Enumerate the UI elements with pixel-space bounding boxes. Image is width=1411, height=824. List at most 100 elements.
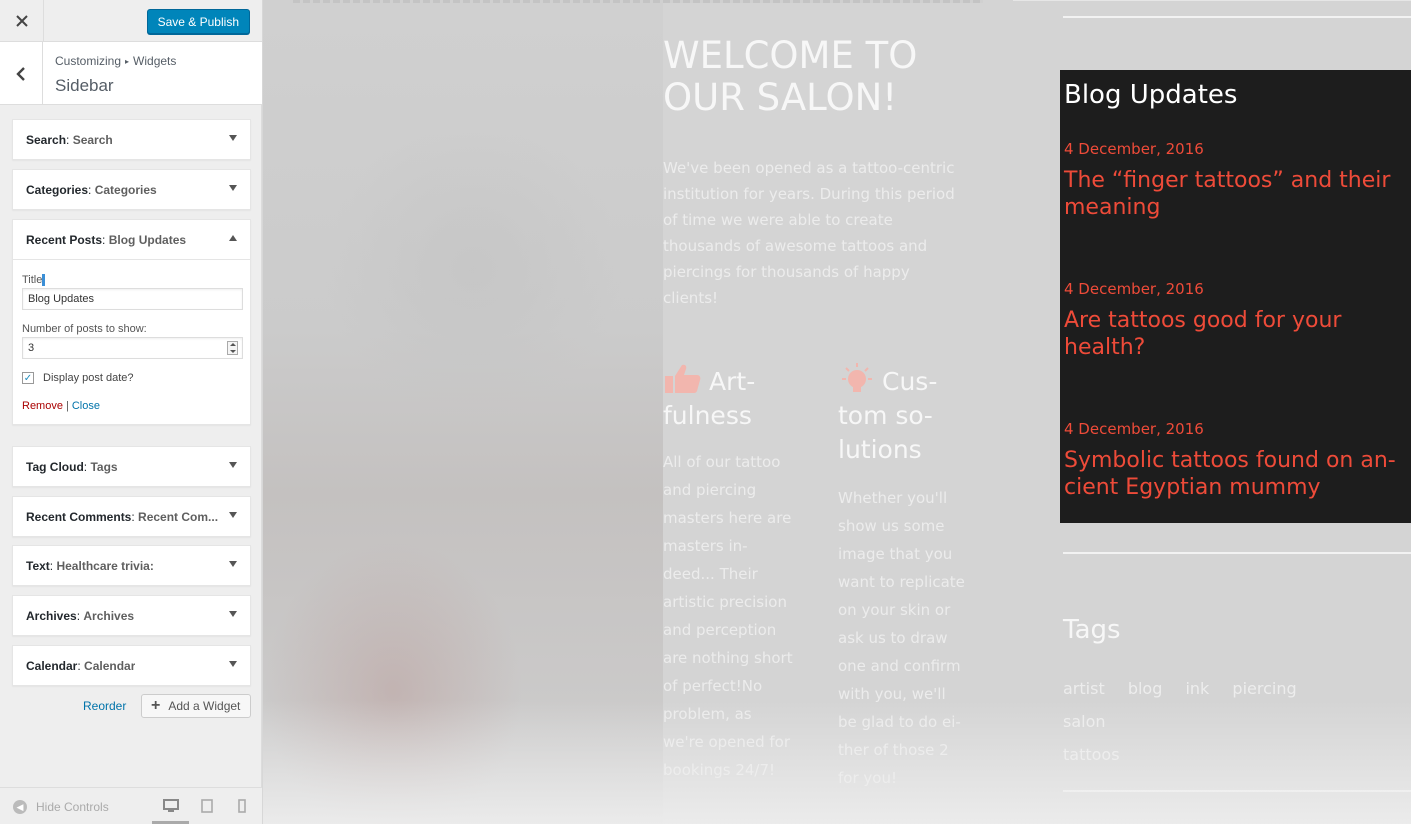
divider [1063,16,1411,18]
widget-form: Title: Blog Updates Number of posts to s… [13,259,250,424]
title-input[interactable]: Blog Updates [22,288,243,311]
widget-title: Blog Updates [108,232,187,247]
widget-header[interactable]: Text: Healthcare trivia: [13,546,250,585]
display-date-row: ✓ Display post date? [22,372,241,385]
plus-icon: + [151,697,161,714]
widget-actions: Remove | Close [22,400,241,412]
feature-artfulness-heading: Art­fulness [663,362,793,433]
feature-custom-heading: Cus­tom so­lutions [838,362,968,467]
post-date: 4 December, 2016 [1064,140,1204,158]
expand-arrow-icon[interactable] [229,561,237,567]
intro-paragraph: We've been opened as a tattoo-centric in… [663,159,955,307]
mobile-preview-icon[interactable] [237,799,247,813]
close-customizer-button[interactable] [0,0,44,42]
tags-title: Tags [1063,615,1121,645]
breadcrumb-current: Widgets [133,54,177,68]
panel-footer: ◀ Hide Controls [0,787,262,824]
post-title-link[interactable]: The “finger tattoos” and their meaning [1064,167,1409,221]
actions-separator: | [65,400,69,413]
widget-archives[interactable]: Archives: Archives [12,595,251,636]
hide-controls-button[interactable]: ◀ Hide Controls [13,800,109,814]
blog-updates-widget: Blog Updates 4 December, 2016 The “finge… [1060,70,1411,523]
add-widget-button[interactable]: + Add a Widget [141,694,251,718]
widget-text[interactable]: Text: Healthcare trivia: [12,545,251,586]
expand-arrow-icon[interactable] [229,512,237,518]
section-header: Customizing ▸ Widgets Sidebar [0,42,262,105]
site-preview: WELCOME TO OUR SALON! We've been opened … [263,0,1411,824]
widget-recent-posts[interactable]: Recent Posts: Blog Updates Title: Blog U… [12,219,251,426]
widget-type: Categories [26,182,89,197]
post-date: 4 December, 2016 [1064,280,1204,298]
widget-title: Healthcare trivia: [56,558,154,573]
widget-type: Recent Posts [26,232,103,247]
widget-type: Recent Comments [26,509,132,524]
collapse-arrow-icon[interactable] [229,235,237,241]
expand-arrow-icon[interactable] [229,462,237,468]
widget-title: Archives [83,608,135,623]
widget-type: Search [26,132,67,147]
widget-header[interactable]: Archives: Archives [13,596,250,635]
hide-arrow-icon: ◀ [13,800,27,814]
widget-header[interactable]: Recent Posts: Blog Updates [13,220,250,259]
widget-categories[interactable]: Categories: Categories [12,169,251,210]
widget-title: Search [72,132,113,147]
top-text-strip [293,0,983,3]
customizer-panel: Save & Publish Customizing ▸ Widgets Sideb… [0,0,262,824]
widget-title: Categories [94,182,157,197]
breadcrumb-root: Customizing [55,54,122,68]
back-button[interactable] [0,42,43,105]
widget-tag-cloud[interactable]: Tag Cloud: Tags [12,446,251,487]
tag-link[interactable]: piercing [1232,679,1296,698]
widget-header[interactable]: Categories: Categories [13,170,250,209]
chevron-left-icon [16,66,25,81]
num-posts-input[interactable]: 3 [22,337,243,360]
reorder-link[interactable]: Reorder [83,699,126,713]
divider [1063,552,1411,554]
widget-header[interactable]: Tag Cloud: Tags [13,447,250,486]
expand-arrow-icon[interactable] [229,135,237,141]
hide-controls-label: Hide Controls [36,800,109,814]
save-publish-button[interactable]: Save & Publish [146,9,250,34]
expand-arrow-icon[interactable] [229,611,237,617]
widget-calendar[interactable]: Calendar: Calendar [12,645,251,686]
widget-header[interactable]: Search: Search [13,120,250,159]
remove-link[interactable]: Remove [22,400,63,412]
close-icon [15,15,28,27]
thumbs-up-icon [665,364,701,393]
background-shade [323,120,623,420]
post-title-link[interactable]: Symbolic tattoos found on an­cient Egypt… [1064,447,1409,501]
widget-type: Calendar [26,658,78,673]
widget-header[interactable]: Recent Comments: Recent Com... [13,497,250,536]
tablet-preview-icon[interactable] [201,799,213,813]
title-field-label: Title: [22,274,46,287]
widget-type: Tag Cloud [26,459,84,474]
bottom-fade [263,700,1411,824]
widget-search[interactable]: Search: Search [12,119,251,160]
widget-title: Recent Com... [138,509,219,524]
text-cursor: : [42,274,46,287]
expand-arrow-icon[interactable] [229,661,237,667]
num-posts-label: Number of posts to show: [22,323,147,336]
lightbulb-icon [842,363,872,392]
section-title: Sidebar [55,76,114,95]
welcome-heading: WELCOME TO OUR SALON! [663,34,918,119]
widget-recent-comments[interactable]: Recent Comments: Recent Com... [12,496,251,537]
blog-updates-title: Blog Updates [1064,80,1238,110]
tag-link[interactable]: blog [1128,679,1163,698]
display-date-checkbox[interactable]: ✓ [22,372,34,385]
number-spinner[interactable] [227,341,238,356]
expand-arrow-icon[interactable] [229,185,237,191]
close-link[interactable]: Close [72,400,100,412]
tag-link[interactable]: ink [1185,679,1209,698]
divider [1013,0,1411,1]
post-date: 4 December, 2016 [1064,420,1204,438]
add-widget-label: Add a Widget [168,699,241,713]
post-title-link[interactable]: Are tattoos good for your health? [1064,307,1409,361]
tag-link[interactable]: artist [1063,679,1105,698]
widget-header[interactable]: Calendar: Calendar [13,646,250,685]
widget-title: Tags [90,459,118,474]
display-date-label: Display post date? [43,372,134,385]
widget-title: Calendar [84,658,136,673]
desktop-preview-icon[interactable] [163,799,179,813]
panel-header: Save & Publish [0,0,262,42]
